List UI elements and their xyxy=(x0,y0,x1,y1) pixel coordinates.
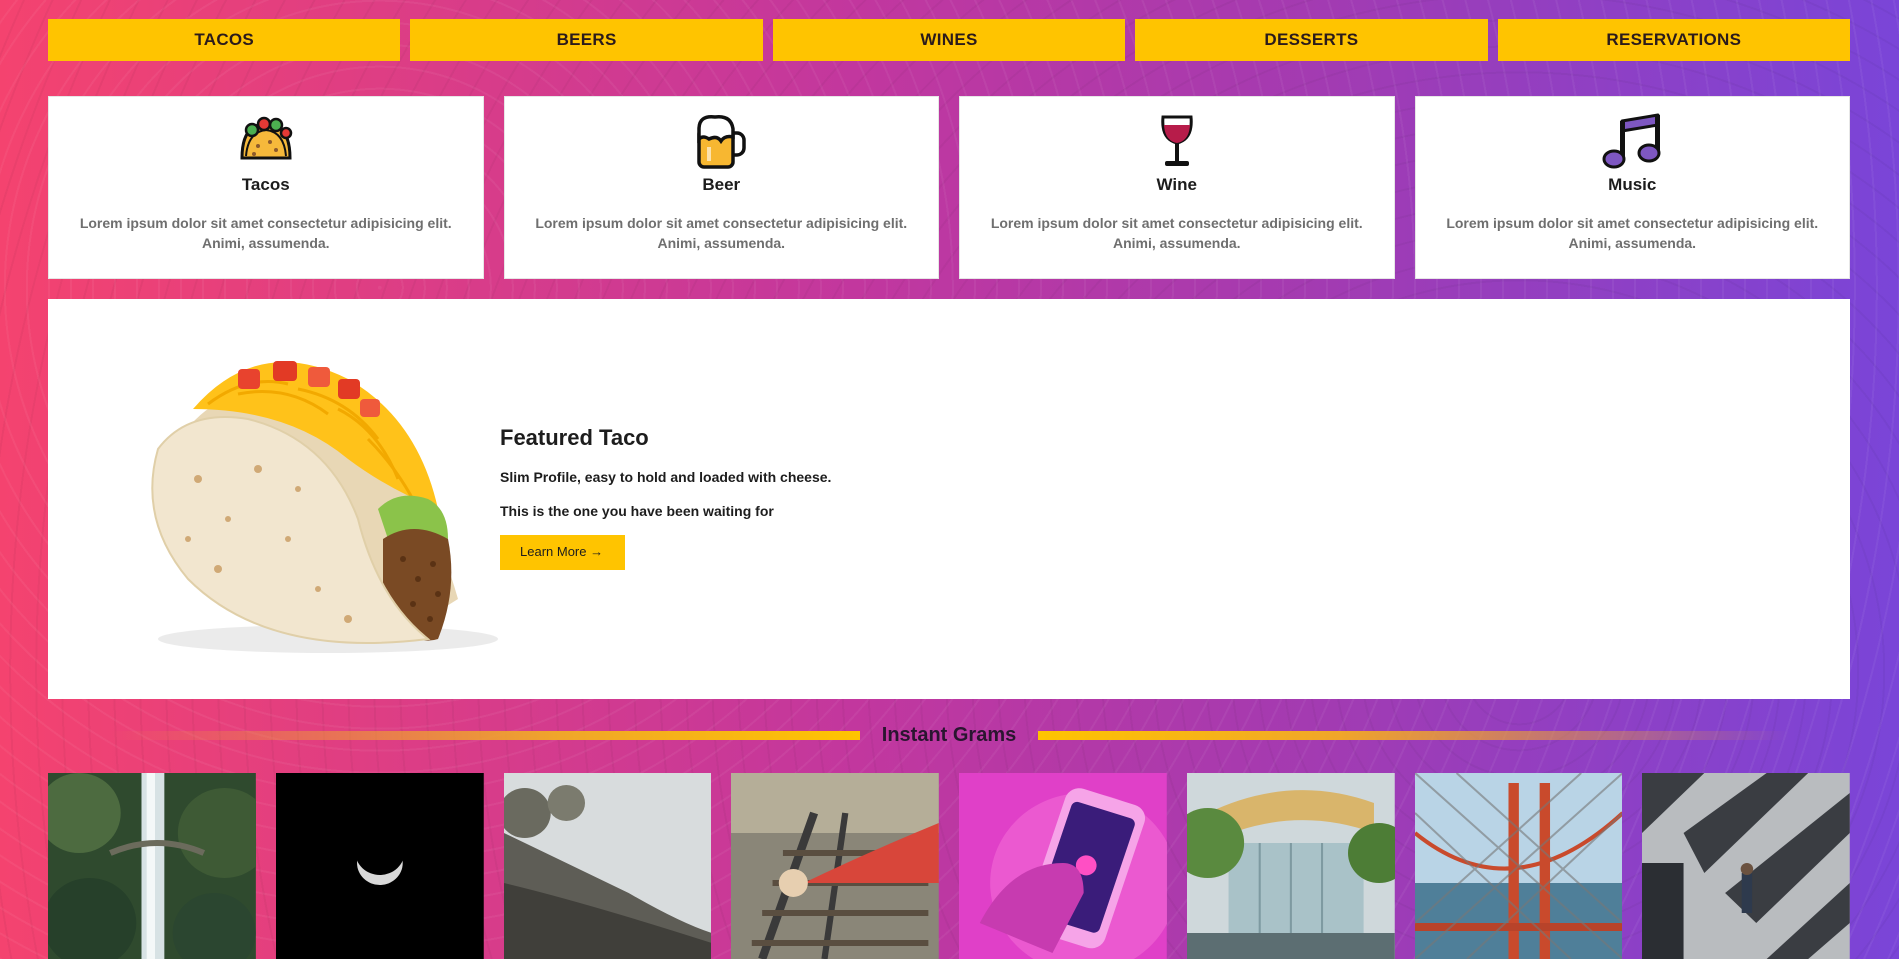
card-music: Music Lorem ipsum dolor sit amet consect… xyxy=(1414,96,1850,279)
foggy-hillside-photo[interactable] xyxy=(503,773,712,959)
woman-on-tracks-photo[interactable] xyxy=(731,773,939,959)
card-text: Lorem ipsum dolor sit amet consectetur a… xyxy=(79,215,452,251)
card-text: Lorem ipsum dolor sit amet consectetur a… xyxy=(990,215,1363,251)
feature-cards: Tacos Lorem ipsum dolor sit amet consect… xyxy=(48,96,1850,279)
nav-wines-button[interactable]: WINES xyxy=(772,19,1126,61)
taco-photo xyxy=(98,339,538,659)
featured-taco-section: Featured Taco Slim Profile, easy to hold… xyxy=(48,299,1850,699)
moon-photo[interactable] xyxy=(275,773,484,959)
card-title: Beer xyxy=(702,175,741,194)
nav-desserts-button[interactable]: DESSERTS xyxy=(1135,19,1488,61)
grams-title: Instant Grams xyxy=(881,723,1017,746)
feature-line-1: Slim Profile, easy to hold and loaded wi… xyxy=(500,469,832,485)
street-shadows-photo[interactable] xyxy=(1642,773,1850,959)
feature-body: Featured Taco Slim Profile, easy to hold… xyxy=(500,425,831,570)
card-tacos: Tacos Lorem ipsum dolor sit amet consect… xyxy=(48,96,484,279)
music-note-icon xyxy=(1602,113,1662,169)
instant-grams-heading: Instant Grams xyxy=(48,718,1850,752)
card-beer: Beer Lorem ipsum dolor sit amet consecte… xyxy=(503,96,939,279)
golden-gate-bridge-photo[interactable] xyxy=(1414,773,1623,959)
main-nav: TACOS BEERS WINES DESSERTS RESERVATIONS xyxy=(48,19,1851,61)
wine-glass-icon xyxy=(1157,115,1197,169)
learn-more-button[interactable]: Learn More → xyxy=(500,535,625,570)
card-title: Tacos xyxy=(241,175,290,194)
nav-beers-button[interactable]: BEERS xyxy=(410,19,763,61)
nav-reservations-button[interactable]: RESERVATIONS xyxy=(1497,19,1851,61)
card-wine: Wine Lorem ipsum dolor sit amet consecte… xyxy=(959,96,1395,279)
heading-divider-left xyxy=(108,730,860,740)
pink-phone-photo[interactable] xyxy=(959,773,1167,959)
waterfall-photo[interactable] xyxy=(48,773,256,959)
glass-building-photo[interactable] xyxy=(1186,773,1395,959)
beer-mug-icon xyxy=(695,115,747,169)
heading-divider-right xyxy=(1038,730,1791,740)
card-title: Music xyxy=(1608,175,1657,194)
card-text: Lorem ipsum dolor sit amet consectetur a… xyxy=(1446,215,1819,251)
card-title: Wine xyxy=(1156,175,1197,194)
feature-title: Featured Taco xyxy=(500,425,649,450)
feature-line-2: This is the one you have been waiting fo… xyxy=(500,503,774,519)
nav-tacos-button[interactable]: TACOS xyxy=(48,19,401,61)
photo-gallery xyxy=(48,773,1850,959)
taco-icon xyxy=(236,115,296,169)
card-text: Lorem ipsum dolor sit amet consectetur a… xyxy=(535,215,908,251)
